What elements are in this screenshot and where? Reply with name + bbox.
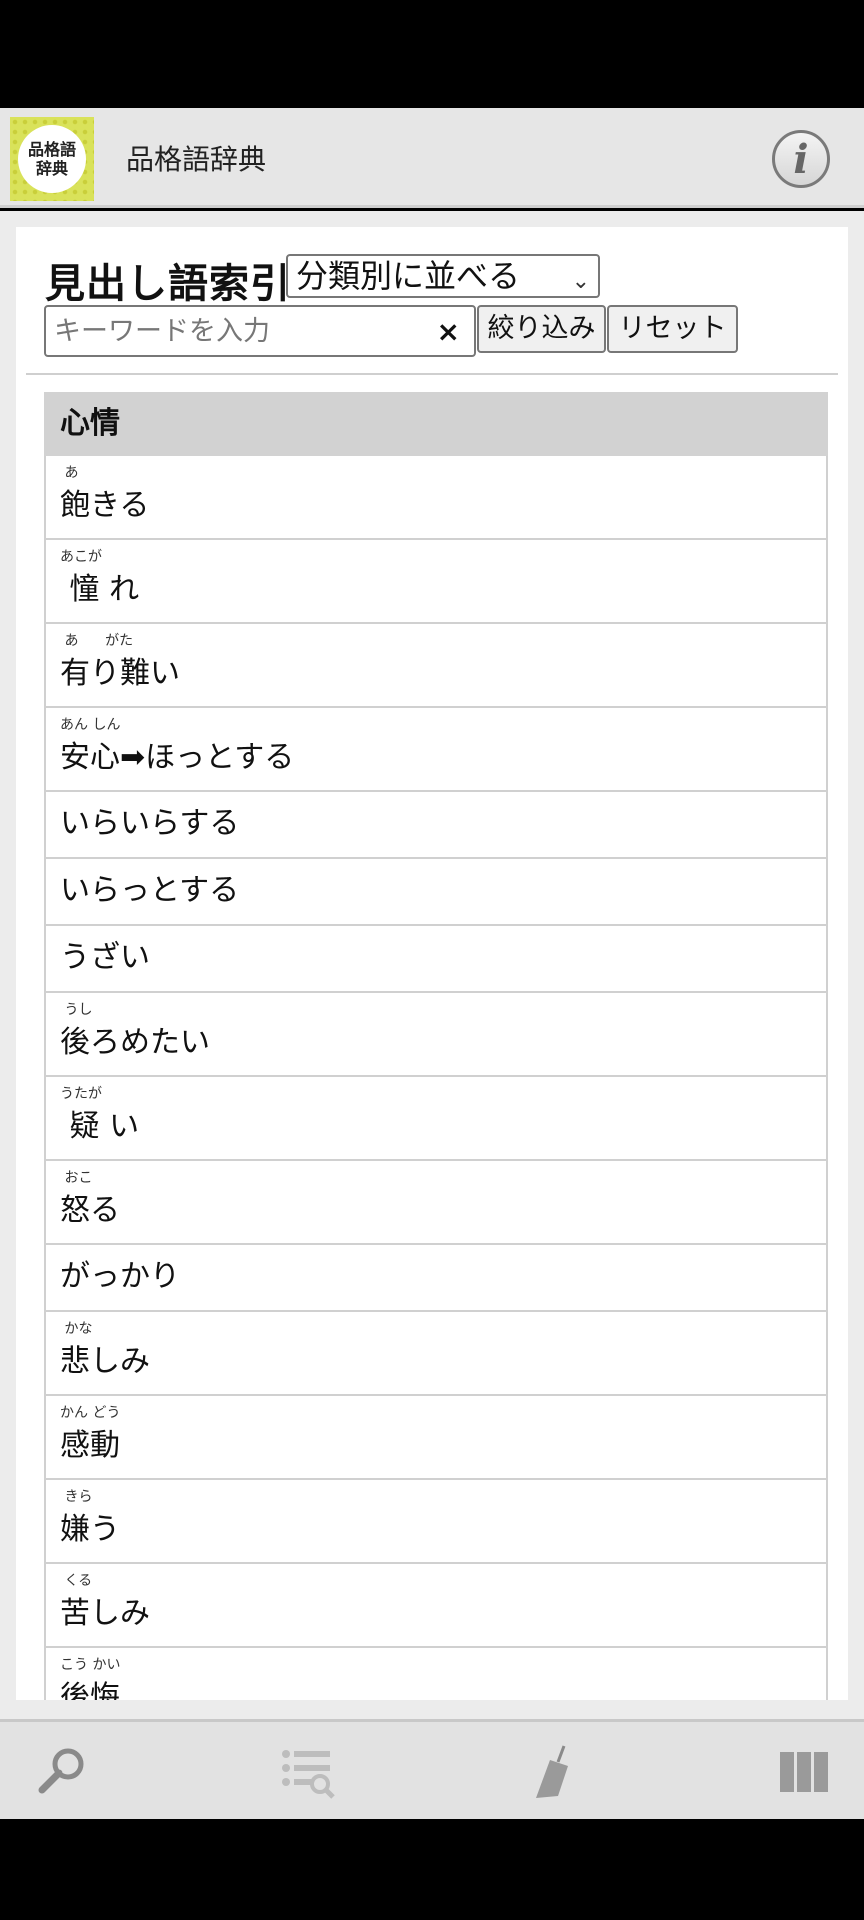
page-title: 見出し語索引 — [45, 261, 291, 307]
entry-word: 嫌う — [60, 1512, 120, 1547]
entry-word: 苦しみ — [60, 1596, 150, 1631]
list-item[interactable]: あ がた 有り難い — [44, 624, 828, 708]
entry-word: いらいらする — [60, 806, 240, 841]
system-nav-bar — [0, 1819, 864, 1920]
list-search-icon — [282, 1750, 335, 1799]
list-item[interactable]: あこが 憧 れ — [44, 540, 828, 624]
entry-reading: きら — [60, 1489, 93, 1505]
app-logo-text: 品格語 辞典 — [18, 125, 86, 193]
tab-clear[interactable] — [524, 1742, 584, 1802]
tab-search[interactable] — [32, 1742, 92, 1802]
entry-word: 安心➡ほっとする — [60, 740, 295, 775]
list-item[interactable]: いらっとする — [44, 859, 828, 926]
filter-button[interactable]: 絞り込み — [477, 305, 606, 353]
info-icon: i — [793, 135, 809, 183]
entry-word: 怒る — [60, 1193, 120, 1228]
entry-word: 飽きる — [60, 488, 150, 523]
entry-word: 悲しみ — [60, 1344, 150, 1379]
entry-word: うざい — [60, 940, 150, 975]
entry-word: 後悔 — [60, 1680, 120, 1700]
entry-reading: くる — [60, 1573, 93, 1589]
search-input[interactable] — [46, 307, 426, 355]
entry-list: 心情 あ飽きるあこが 憧 れ あ がた有り難いあん しん安心➡ほっとする いらいら… — [44, 392, 828, 1700]
info-button[interactable]: i — [772, 130, 830, 188]
entry-reading: こう かい — [60, 1657, 121, 1673]
entry-reading: あん しん — [60, 717, 121, 733]
search-icon — [38, 1748, 84, 1794]
entry-word: 疑 い — [60, 1109, 140, 1144]
group-header: 心情 — [44, 392, 828, 456]
tab-columns[interactable] — [774, 1742, 834, 1802]
chevron-down-icon: ⌄ — [571, 269, 590, 294]
status-bar — [0, 0, 864, 108]
search-field: × — [44, 305, 476, 357]
sort-select[interactable]: 分類別に並べる ⌄ — [286, 254, 600, 298]
list-item[interactable]: うたが 疑 い — [44, 1077, 828, 1161]
list-item[interactable]: おこ 怒る — [44, 1161, 828, 1245]
reset-button[interactable]: リセット — [607, 305, 738, 353]
list-item[interactable]: うし 後ろめたい — [44, 993, 828, 1077]
app-logo: 品格語 辞典 — [10, 117, 94, 201]
columns-icon — [780, 1752, 828, 1792]
list-item[interactable]: かな 悲しみ — [44, 1312, 828, 1396]
list-item[interactable]: きら 嫌う — [44, 1480, 828, 1564]
entry-reading: あこが — [60, 549, 102, 565]
list-item[interactable]: かん どう 感動 — [44, 1396, 828, 1480]
list-item[interactable]: あ飽きる — [44, 456, 828, 540]
clear-icon[interactable]: × — [437, 315, 460, 348]
entry-word: 感動 — [60, 1428, 120, 1463]
entry-reading: おこ — [60, 1170, 93, 1186]
app-bar: 品格語 辞典 品格語辞典 i — [0, 108, 864, 208]
list-item[interactable]: がっかり — [44, 1245, 828, 1312]
entry-reading: うたが — [60, 1086, 102, 1102]
entry-word: がっかり — [60, 1259, 180, 1294]
list-item[interactable]: あん しん安心➡ほっとする — [44, 708, 828, 792]
index-panel: 見出し語索引 分類別に並べる ⌄ × 絞り込み リセット 心情 あ飽きるあこが … — [16, 227, 848, 1700]
entry-reading: あ がた — [60, 633, 134, 649]
entry-word: 有り難い — [60, 656, 180, 691]
entry-reading: かな — [60, 1321, 93, 1337]
list-item[interactable]: くる 苦しみ — [44, 1564, 828, 1648]
broom-icon — [536, 1745, 568, 1798]
tab-index[interactable] — [278, 1742, 338, 1802]
app-title: 品格語辞典 — [126, 143, 267, 176]
entry-word: 後ろめたい — [60, 1025, 210, 1060]
entry-reading: あ — [60, 465, 79, 481]
list-item[interactable]: こう かい 後悔 — [44, 1648, 828, 1700]
list-item[interactable]: いらいらする — [44, 792, 828, 859]
entry-reading: かん どう — [60, 1405, 121, 1421]
entry-reading: うし — [60, 1002, 93, 1018]
entry-word: 憧 れ — [60, 572, 140, 607]
entry-word: いらっとする — [60, 873, 240, 908]
divider — [26, 373, 838, 375]
list-item[interactable]: うざい — [44, 926, 828, 993]
bottom-tab-bar — [0, 1719, 864, 1819]
sort-select-value: 分類別に並べる — [296, 257, 521, 295]
